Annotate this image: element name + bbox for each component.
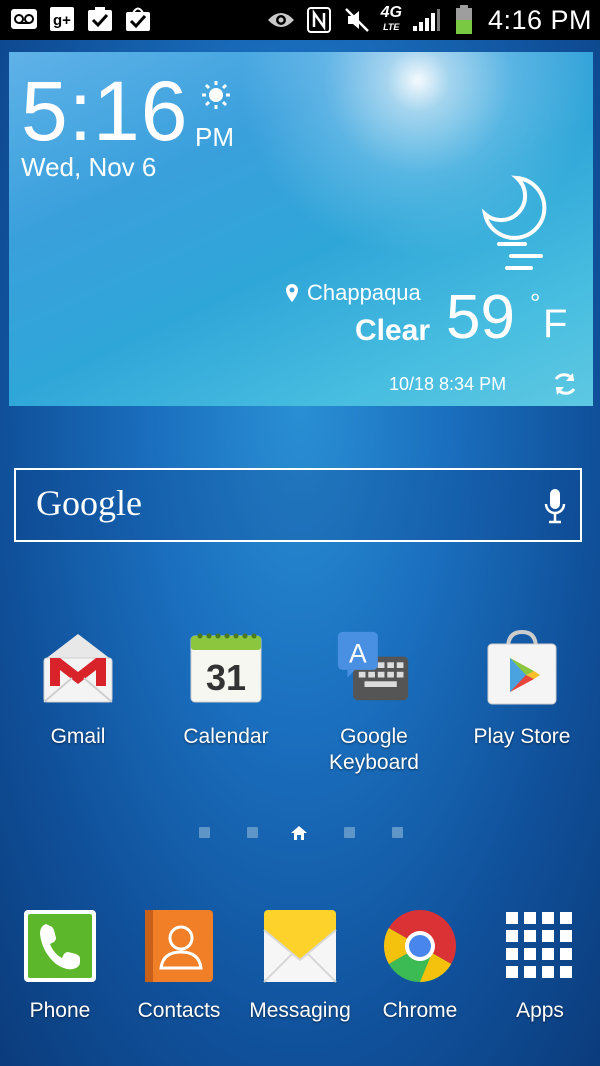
- gmail-icon: [40, 628, 116, 708]
- app-label: Play Store: [473, 725, 571, 748]
- widget-date: Wed, Nov 6: [21, 152, 157, 182]
- temperature-degree: °: [530, 288, 541, 318]
- page-dot[interactable]: [247, 827, 258, 838]
- apps-grid-icon: [502, 906, 578, 986]
- page-dot[interactable]: [344, 827, 355, 838]
- app-calendar[interactable]: 31 Calendar: [151, 628, 301, 750]
- contacts-icon: [141, 906, 217, 986]
- shopping-bag-check-icon: [124, 6, 152, 32]
- status-bar[interactable]: g+ 4G LTE 4:16 PM: [0, 0, 600, 40]
- nfc-icon: [305, 7, 333, 33]
- location-name: Chappaqua: [307, 280, 421, 305]
- chrome-icon: [382, 906, 458, 986]
- network-4g-lte-icon: 4G LTE: [380, 4, 402, 33]
- mute-icon: [343, 7, 371, 33]
- dock-apps[interactable]: Apps: [465, 906, 600, 1024]
- eye-icon: [267, 7, 295, 33]
- app-gmail[interactable]: Gmail: [3, 628, 153, 750]
- app-label: Google Keyboard: [329, 725, 419, 774]
- calendar-icon: 31: [188, 628, 264, 708]
- signal-icon: [412, 7, 440, 33]
- weather-updated-time: 10/18 8:34 PM: [389, 374, 507, 394]
- widget-clock-ampm: PM: [195, 122, 234, 152]
- svg-text:A: A: [349, 638, 367, 668]
- google-plus-icon: g+: [48, 6, 76, 32]
- battery-icon: [450, 5, 478, 34]
- clear-night-moon-icon: [481, 174, 547, 279]
- page-dot[interactable]: [392, 827, 403, 838]
- google-search-bar[interactable]: Google: [14, 468, 582, 542]
- svg-text:g+: g+: [53, 12, 71, 29]
- location-pin-icon: [286, 284, 298, 302]
- phone-icon: [22, 906, 98, 986]
- google-keyboard-icon: A: [336, 628, 412, 708]
- home-page-icon[interactable]: [290, 825, 308, 846]
- app-label: Calendar: [183, 725, 269, 748]
- temperature-unit: F: [543, 302, 568, 346]
- svg-text:31: 31: [206, 657, 246, 698]
- widget-location: Chappaqua: [285, 280, 421, 306]
- app-label: Gmail: [50, 725, 106, 748]
- refresh-icon[interactable]: [551, 370, 579, 403]
- status-time: 4:16 PM: [487, 4, 592, 35]
- google-logo: Google: [36, 483, 142, 523]
- page-indicator[interactable]: [196, 825, 406, 841]
- temperature-value: 59: [446, 283, 515, 352]
- messaging-icon: [262, 906, 338, 986]
- voicemail-icon: [10, 6, 38, 32]
- play-store-icon: [484, 628, 560, 708]
- sun-icon: [201, 80, 231, 115]
- app-google-keyboard[interactable]: A Google Keyboard: [299, 628, 449, 776]
- page-dot[interactable]: [199, 827, 210, 838]
- clock-weather-widget[interactable]: 5:16 PM Wed, Nov 6 Chappaqua Clear 59 ° …: [9, 52, 593, 406]
- task-check-icon: [86, 6, 114, 32]
- app-play-store[interactable]: Play Store: [447, 628, 597, 750]
- dock-label: Apps: [516, 999, 564, 1022]
- weather-condition: Clear: [355, 314, 431, 347]
- microphone-icon[interactable]: [544, 488, 566, 531]
- widget-clock-time: 5:16: [21, 64, 189, 158]
